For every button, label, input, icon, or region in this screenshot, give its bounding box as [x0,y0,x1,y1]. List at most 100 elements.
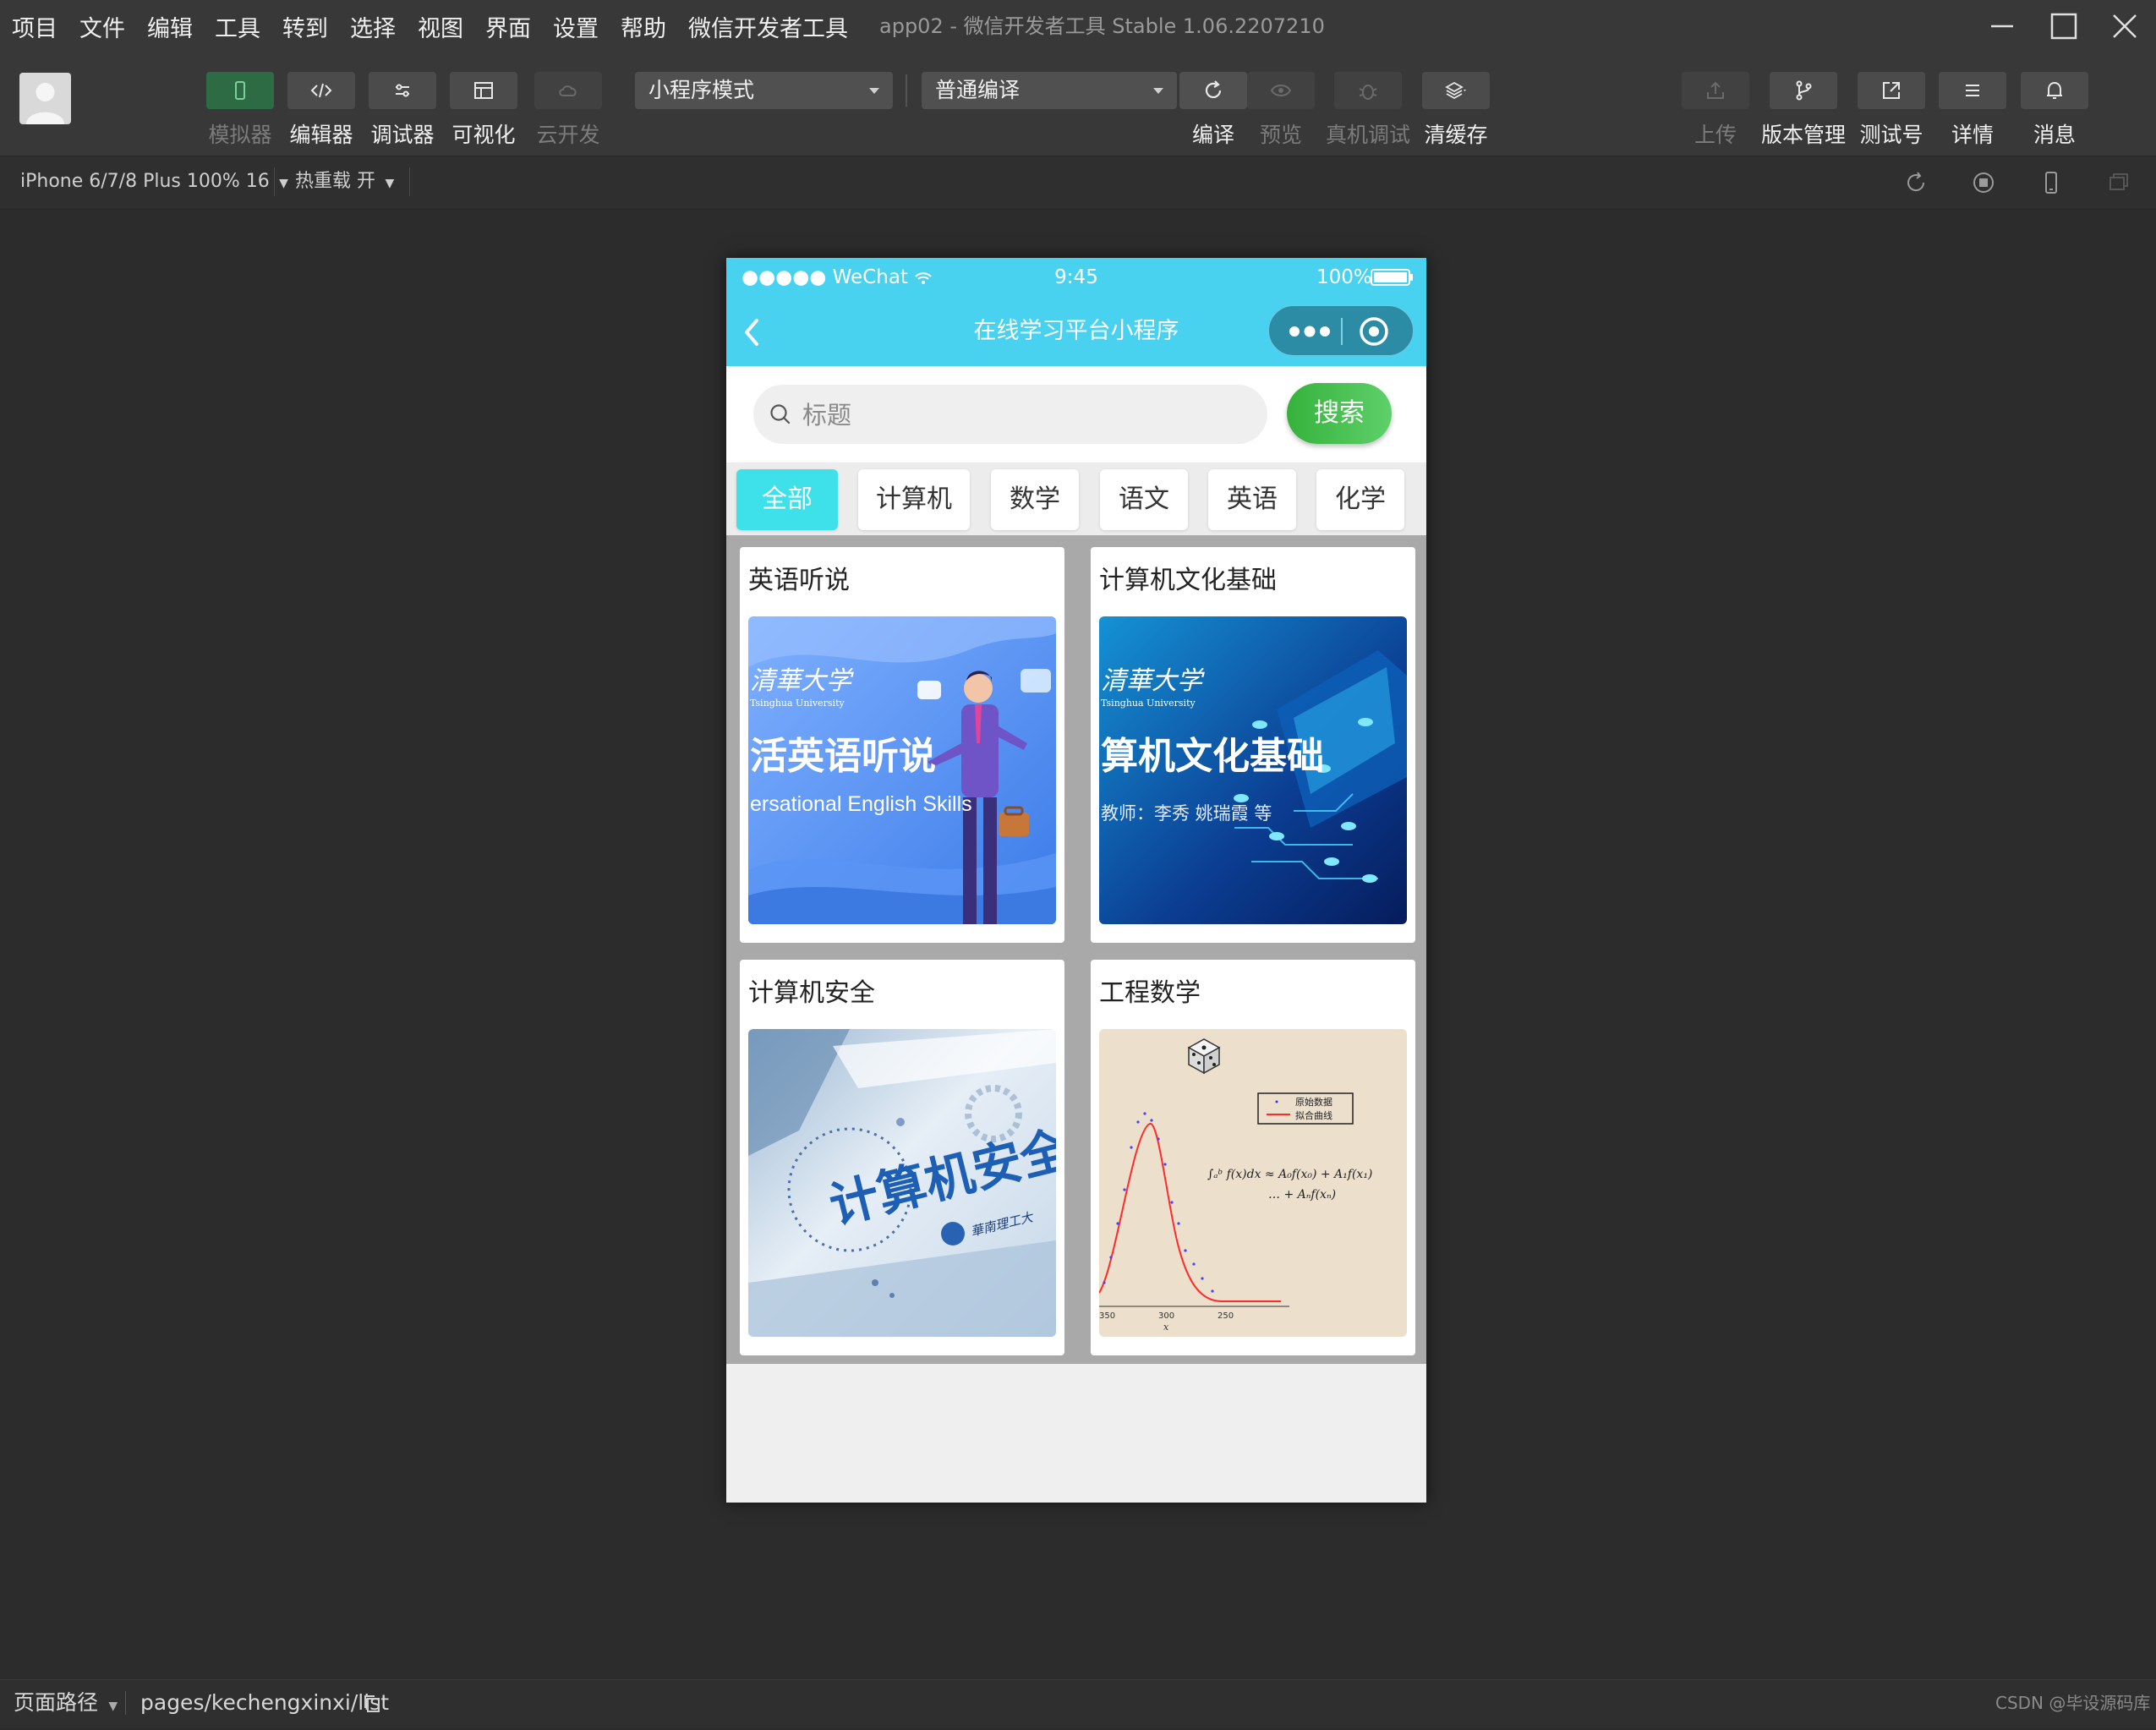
formula-line1: ∫ₐᵇ f(x)dx ≈ A₀f(x₀) + A₁f(x₁) [1207,1168,1372,1181]
search-icon [770,404,791,424]
menu-help[interactable]: 帮助 [621,10,666,43]
cover-brand-en: Tsinghua University [1101,698,1196,709]
tab-math[interactable]: 数学 [991,469,1079,530]
search-box [753,385,1267,446]
visual-button[interactable] [450,72,517,109]
cloud-button[interactable] [534,72,602,109]
course-title: 计算机文化基础 [1099,566,1277,595]
remote-debug-button[interactable] [1334,72,1402,109]
menu-edit[interactable]: 编辑 [147,10,193,43]
user-icon [26,83,64,124]
window-title: app02 - 微信开发者工具 Stable 1.06.2207210 [879,14,1325,38]
tab-english[interactable]: 英语 [1208,469,1296,530]
tick-label: 300 [1158,1311,1174,1321]
close-window-button[interactable] [2105,7,2144,46]
watermark: CSDN @毕设源码库 [1995,1693,2151,1713]
phone-simulator: ●●●●● WeChat 9:45 100% 在线学习平台小程序 标题 搜索 全… [726,258,1426,1503]
editor-button[interactable] [287,72,355,109]
layers-icon [1445,81,1466,100]
record-icon[interactable] [1970,169,1997,196]
chevron-down-icon: ▼ [381,177,395,190]
avatar[interactable] [19,73,71,124]
preview-button[interactable] [1247,72,1315,109]
course-title: 计算机安全 [748,978,875,1008]
menu-file[interactable]: 文件 [79,10,125,43]
messages-label: 消息 [2033,123,2076,147]
chevron-down-icon: ▼ [104,1700,118,1713]
page-path-toggle[interactable]: 页面路径 ▼ [14,1679,118,1727]
cloud-icon [559,85,577,96]
course-card[interactable]: 计算机文化基础 清華大学 Tsinghua University 算机文化基础 … [1091,547,1415,943]
page-path-label: 页面路径 [14,1690,99,1715]
menu-view[interactable]: 视图 [418,10,463,43]
minimize-button[interactable] [1983,7,2022,46]
course-card[interactable]: 英语听说 清華大学 Tsinghua University 活英语听说 ersa… [740,547,1064,943]
clear-cache-label: 清缓存 [1424,123,1488,147]
course-grid: 英语听说 清華大学 Tsinghua University 活英语听说 ersa… [726,535,1426,1364]
maximize-button[interactable] [2044,7,2083,46]
tick-label: 350 [1099,1311,1115,1321]
mode-select[interactable]: 小程序模式 [635,72,893,109]
course-title: 英语听说 [748,566,850,595]
menu-settings[interactable]: 设置 [553,10,599,43]
window-detach-icon[interactable] [2105,169,2132,196]
sliders-icon [396,84,409,97]
search-input[interactable] [801,385,1261,446]
capsule-divider [1341,318,1343,345]
course-cover-image: 清華大学 Tsinghua University 活英语听说 ersationa… [748,616,1056,924]
more-icon[interactable] [1281,317,1340,346]
device-select[interactable]: iPhone 6/7/8 Plus 100% 16 ▼ [20,156,288,208]
upload-button[interactable] [1682,72,1749,109]
legend-raw-data: 原始数据 [1295,1096,1332,1108]
menu-icon [1966,85,1979,96]
tab-computer[interactable]: 计算机 [858,469,970,530]
menu-tools[interactable]: 工具 [215,10,260,43]
compile-select[interactable]: 普通编译 [922,72,1177,109]
chevron-down-icon [869,88,879,94]
menu-interface[interactable]: 界面 [485,10,531,43]
close-miniprogram-icon[interactable] [1357,315,1391,348]
version-button[interactable] [1770,72,1837,109]
course-card[interactable]: 计算机安全 计算机安全 華南理工大 [740,960,1064,1355]
copy-icon[interactable] [362,1693,382,1715]
axis-label: x [1163,1322,1169,1333]
tab-all[interactable]: 全部 [736,469,838,530]
preview-label: 预览 [1259,123,1302,147]
footer-divider [125,1691,126,1715]
cloud-label: 云开发 [536,123,600,147]
search-section: 搜索 [726,366,1426,463]
tab-chemistry[interactable]: 化学 [1316,469,1404,530]
clear-cache-button[interactable] [1422,72,1490,109]
simulator-button[interactable] [206,72,274,109]
cover-subheading: ersational English Skills [750,792,972,816]
course-card[interactable]: 工程数学 原始数据 拟合曲线 350 300 250 x ∫ₐᵇ f(x)dx … [1091,960,1415,1355]
menu-project[interactable]: 项目 [12,10,57,43]
search-button[interactable]: 搜索 [1287,383,1392,444]
device-icon[interactable] [2038,169,2065,196]
branch-icon [1796,80,1812,101]
battery-icon [1371,269,1413,286]
menu-select[interactable]: 选择 [350,10,396,43]
cover-subheading: 教师：李秀 姚瑞霞 等 [1101,803,1272,824]
upload-label: 上传 [1694,123,1737,147]
tab-chinese[interactable]: 语文 [1100,469,1188,530]
bug-icon [1359,85,1377,100]
compile-button[interactable] [1179,72,1247,109]
category-tabs: 全部 计算机 数学 语文 英语 化学 [726,463,1426,535]
cover-brand-en: Tsinghua University [750,698,845,709]
messages-button[interactable] [2021,72,2088,109]
menu-wechat-devtools[interactable]: 微信开发者工具 [688,10,848,43]
debugger-button[interactable] [369,72,436,109]
cover-brand: 清華大学 [1101,666,1205,696]
test-account-button[interactable] [1858,72,1925,109]
capsule-menu [1268,305,1414,356]
cover-heading: 算机文化基础 [1101,735,1324,778]
rotate-icon[interactable] [1902,169,1929,196]
menu-goto[interactable]: 转到 [282,10,328,43]
refresh-icon [1205,80,1222,98]
nav-bar: 在线学习平台小程序 [726,297,1426,366]
minimize-icon [1991,25,2013,28]
details-button[interactable] [1939,72,2006,109]
tick-label: 250 [1218,1311,1234,1321]
hot-reload-toggle[interactable]: 热重载 开 ▼ [295,156,394,208]
